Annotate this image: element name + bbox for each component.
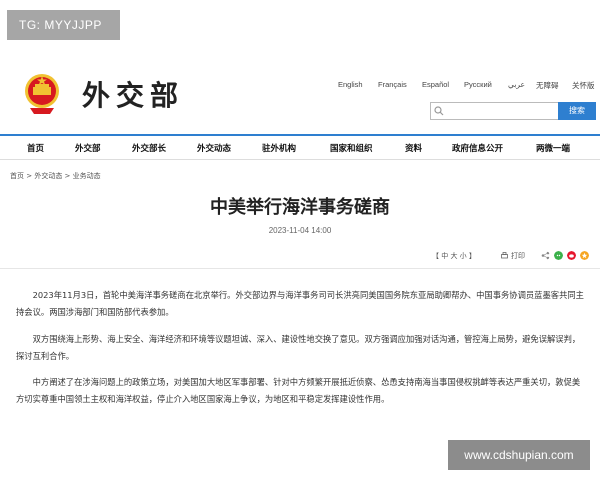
print-icon[interactable]	[500, 251, 509, 260]
lang-russian[interactable]: Русский	[464, 80, 492, 89]
search-input[interactable]	[430, 102, 558, 120]
national-emblem-icon	[25, 74, 59, 114]
tg-watermark-badge: TG: MYYJJPP	[7, 10, 120, 40]
nav-item-ministry[interactable]: 外交部	[75, 142, 101, 154]
lang-accessibility[interactable]: 无障碍	[536, 80, 559, 91]
main-nav: 首页 外交部 外交部长 外交动态 驻外机构 国家和组织 资料 政府信息公开 两微…	[0, 136, 600, 160]
article-paragraph: 双方围绕海上形势、海上安全、海洋经济和环境等议题坦诚、深入、建设性地交换了意见。…	[16, 334, 581, 361]
article-date: 2023-11-04 14:00	[268, 226, 332, 235]
nav-item-social[interactable]: 两微一端	[536, 142, 570, 154]
article-paragraph: 2023年11月3日，首轮中美海洋事务磋商在北京举行。外交部边界与海洋事务司司长…	[16, 290, 584, 317]
print-link[interactable]: 打印	[511, 251, 525, 261]
site-logo-text[interactable]: 外交部	[82, 74, 184, 114]
nav-item-missions[interactable]: 驻外机构	[262, 142, 296, 154]
article-tools: 【 中 大 小 】 打印	[432, 251, 596, 263]
search-button[interactable]: 搜索	[558, 102, 596, 120]
site-header: 外交部 English Français Español Русский عرب…	[0, 62, 600, 134]
qzone-icon[interactable]	[580, 251, 589, 260]
search-icon	[434, 106, 444, 116]
lang-english[interactable]: English	[338, 80, 363, 89]
nav-item-home[interactable]: 首页	[27, 142, 44, 154]
language-bar: English Français Español Русский عربي 无障…	[330, 80, 598, 94]
weibo-icon[interactable]	[567, 251, 576, 260]
lang-spanish[interactable]: Español	[422, 80, 449, 89]
nav-item-minister[interactable]: 外交部长	[132, 142, 166, 154]
nav-item-news[interactable]: 外交动态	[197, 142, 231, 154]
article-paragraph: 中方阐述了在涉海问题上的政策立场，对美国加大地区军事部署、针对中方频繁开展抵近侦…	[16, 377, 581, 404]
breadcrumb[interactable]: 首页 > 外交动态 > 业务动态	[10, 171, 101, 181]
lang-french[interactable]: Français	[378, 80, 407, 89]
wechat-icon[interactable]	[554, 251, 563, 260]
site-watermark: www.cdshupian.com	[448, 440, 590, 470]
nav-item-countries[interactable]: 国家和组织	[330, 142, 373, 154]
nav-item-disclosure[interactable]: 政府信息公开	[452, 142, 503, 154]
lang-arabic[interactable]: عربي	[508, 80, 525, 89]
share-icon[interactable]	[541, 251, 550, 260]
lang-care-version[interactable]: 关怀版	[572, 80, 595, 91]
article-title: 中美举行海洋事务磋商	[210, 197, 390, 218]
content-divider	[0, 268, 600, 269]
font-size-switcher[interactable]: 【 中 大 小 】	[432, 251, 476, 261]
nav-item-resources[interactable]: 资料	[405, 142, 422, 154]
